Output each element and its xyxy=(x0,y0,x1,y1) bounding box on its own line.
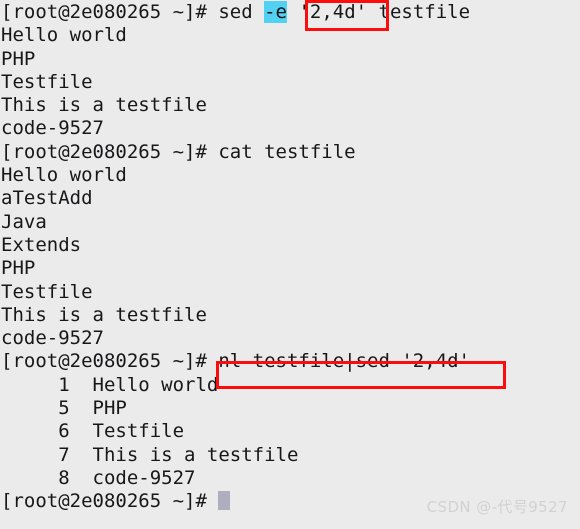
command-flag-e-highlight: -e xyxy=(264,1,287,23)
shell-prompt: [root@2e080265 ~]# xyxy=(1,140,219,163)
output-line: code-9527 xyxy=(1,117,104,140)
numbered-output-line: 6 Testfile xyxy=(1,420,185,443)
output-line: This is a testfile xyxy=(1,303,207,326)
output-line: Extends xyxy=(1,233,82,256)
numbered-output-line: 1 Hello world xyxy=(1,373,219,396)
terminal-line-command-cat: [root@2e080265 ~]# cat testfile xyxy=(1,141,580,164)
shell-prompt: [root@2e080265 ~]# xyxy=(1,1,219,23)
command-nl-sed-pipeline: nl testfile|sed '2,4d' xyxy=(218,350,471,373)
shell-prompt: [root@2e080265 ~]# xyxy=(1,490,219,513)
command-sed-range-expression: '2,4d' xyxy=(298,1,368,23)
numbered-output-line: 8 code-9527 xyxy=(1,466,196,489)
terminal-screen[interactable]: [root@2e080265 ~]# sed -e '2,4d' testfil… xyxy=(1,1,580,529)
command-space xyxy=(287,1,298,23)
terminal-line-command-nl-sed: [root@2e080265 ~]# nl testfile|sed '2,4d… xyxy=(1,350,580,373)
output-line: PHP xyxy=(1,257,36,280)
output-line: Testfile xyxy=(1,70,93,93)
output-line: Testfile xyxy=(1,280,93,303)
command-target-file: testfile xyxy=(367,1,471,23)
output-line: code-9527 xyxy=(1,327,104,350)
output-line: Hello world xyxy=(1,164,127,187)
output-line: Java xyxy=(1,210,47,233)
output-line: Hello world xyxy=(1,24,127,47)
text-cursor[interactable] xyxy=(218,491,230,511)
numbered-output-line: 7 This is a testfile xyxy=(1,443,299,466)
csdn-watermark: CSDN @-代号9527 xyxy=(426,497,568,516)
numbered-output-line: 5 PHP xyxy=(1,397,127,420)
output-line: aTestAdd xyxy=(1,187,93,210)
terminal-line-command-sed: [root@2e080265 ~]# sed -e '2,4d' testfil… xyxy=(1,1,580,24)
shell-prompt: [root@2e080265 ~]# xyxy=(1,350,219,373)
terminal-window[interactable]: [root@2e080265 ~]# sed -e '2,4d' testfil… xyxy=(0,0,580,529)
command-cat-text: cat testfile xyxy=(218,140,356,163)
output-line: This is a testfile xyxy=(1,94,207,117)
command-sed-keyword: sed xyxy=(218,1,265,23)
output-line: PHP xyxy=(1,47,36,70)
